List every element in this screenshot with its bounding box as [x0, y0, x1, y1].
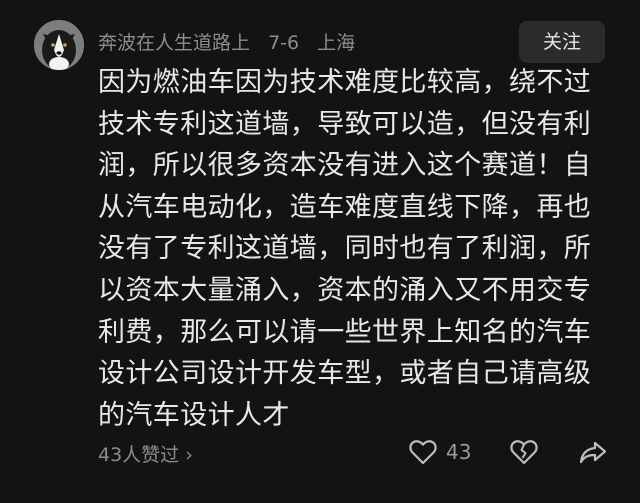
comment-meta: 奔波在人生道路上 7-6 上海 [98, 28, 367, 55]
comment-card: 奔波在人生道路上 7-6 上海 关注 因为燃油车因为技术难度比较高，绕不过技术专… [0, 0, 640, 503]
comment-date: 7-6 [268, 32, 300, 54]
like-count: 43 [446, 440, 472, 464]
broken-heart-icon[interactable] [509, 437, 539, 467]
share-icon[interactable] [578, 437, 608, 467]
username[interactable]: 奔波在人生道路上 [98, 32, 250, 54]
follow-button[interactable]: 关注 [519, 21, 605, 63]
comment-location: 上海 [317, 32, 356, 54]
heart-icon[interactable] [408, 437, 438, 467]
dog-avatar-icon [34, 20, 84, 70]
user-avatar[interactable] [34, 20, 84, 70]
chevron-right-icon: › [185, 444, 193, 466]
comment-text: 因为燃油车因为技术难度比较高，绕不过技术专利这道墙，导致可以造，但没有利润，所以… [98, 67, 592, 431]
liked-by-link[interactable]: 43人赞过 › [98, 440, 193, 467]
liked-by-text: 43人赞过 [98, 444, 180, 466]
